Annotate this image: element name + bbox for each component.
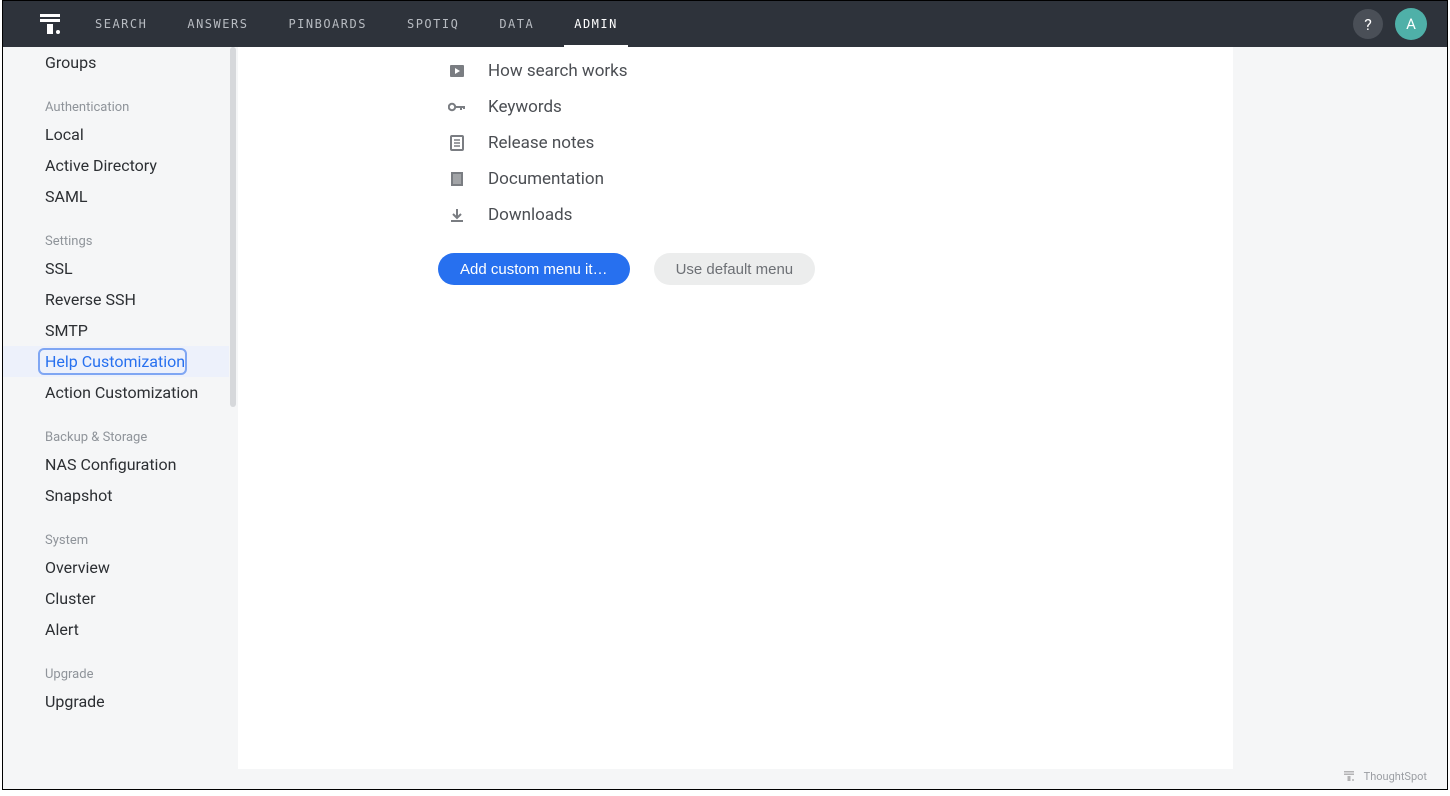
topbar-right: ? A	[1353, 8, 1427, 40]
sidebar-item-local[interactable]: Local	[3, 119, 229, 150]
help-row-documentation[interactable]: Documentation	[448, 161, 1233, 197]
help-row-label: Documentation	[488, 169, 604, 189]
sidebar-section-settings: Settings	[3, 212, 229, 253]
sidebar-section-system: System	[3, 511, 229, 552]
help-button[interactable]: ?	[1353, 9, 1383, 39]
app-frame: SEARCH ANSWERS PINBOARDS SPOTIQ DATA ADMIN ? …	[2, 0, 1448, 790]
help-menu-list: How search works Keywords Release notes Doc…	[238, 47, 1233, 233]
key-icon	[448, 98, 466, 116]
help-row-label: Release notes	[488, 133, 594, 153]
footer-brand: ThoughtSpot	[1342, 769, 1427, 783]
sidebar-item-saml[interactable]: SAML	[3, 181, 229, 212]
sidebar-item-ssl[interactable]: SSL	[3, 253, 229, 284]
help-row-label: Keywords	[488, 97, 562, 117]
sidebar-item-overview[interactable]: Overview	[3, 552, 229, 583]
logo-icon	[36, 10, 64, 38]
avatar[interactable]: A	[1395, 8, 1427, 40]
body: GroupsAuthenticationLocalActive Director…	[3, 47, 1447, 789]
nav-search[interactable]: SEARCH	[95, 1, 147, 47]
topbar: SEARCH ANSWERS PINBOARDS SPOTIQ DATA ADMIN ? …	[3, 1, 1447, 47]
sidebar-item-snapshot[interactable]: Snapshot	[3, 480, 229, 511]
use-default-menu-button[interactable]: Use default menu	[654, 253, 816, 285]
sidebar-section-upgrade: Upgrade	[3, 645, 229, 686]
sidebar-item-smtp[interactable]: SMTP	[3, 315, 229, 346]
help-row-keywords[interactable]: Keywords	[448, 89, 1233, 125]
help-icon: ?	[1364, 15, 1372, 34]
sidebar-item-cluster[interactable]: Cluster	[3, 583, 229, 614]
footer-brand-label: ThoughtSpot	[1364, 770, 1427, 783]
sidebar-scroll: GroupsAuthenticationLocalActive Director…	[3, 47, 229, 789]
sidebar-section-backup-storage: Backup & Storage	[3, 408, 229, 449]
avatar-initial: A	[1406, 15, 1416, 33]
notes-icon	[448, 134, 466, 152]
help-row-downloads[interactable]: Downloads	[448, 197, 1233, 233]
sidebar-item-upgrade[interactable]: Upgrade	[3, 686, 229, 717]
download-icon	[448, 206, 466, 224]
nav-pinboards[interactable]: PINBOARDS	[288, 1, 367, 47]
button-row: Add custom menu it… Use default menu	[238, 253, 1233, 285]
sidebar-section-authentication: Authentication	[3, 78, 229, 119]
help-customization-panel: How search works Keywords Release notes Doc…	[238, 47, 1233, 769]
nav-admin[interactable]: ADMIN	[574, 1, 618, 47]
book-icon	[448, 170, 466, 188]
sidebar-item-alert[interactable]: Alert	[3, 614, 229, 645]
nav-answers[interactable]: ANSWERS	[187, 1, 248, 47]
help-row-how-search-works[interactable]: How search works	[448, 53, 1233, 89]
sidebar: GroupsAuthenticationLocalActive Director…	[3, 47, 238, 789]
help-row-label: Downloads	[488, 205, 572, 225]
help-row-label: How search works	[488, 61, 628, 81]
nav-spotiq[interactable]: SPOTIQ	[407, 1, 459, 47]
sidebar-item-reverse-ssh[interactable]: Reverse SSH	[3, 284, 229, 315]
footer-logo-icon	[1342, 769, 1356, 783]
sidebar-scrollbar[interactable]	[229, 47, 237, 789]
sidebar-item-active-directory[interactable]: Active Directory	[3, 150, 229, 181]
sidebar-item-action-customization[interactable]: Action Customization	[3, 377, 229, 408]
scrollbar-thumb[interactable]	[230, 47, 236, 407]
content-area: How search works Keywords Release notes Doc…	[238, 47, 1447, 789]
sidebar-item-help-customization[interactable]: Help Customization	[3, 346, 229, 377]
nav-links: SEARCH ANSWERS PINBOARDS SPOTIQ DATA ADMIN	[95, 1, 618, 47]
play-icon	[448, 62, 466, 80]
help-row-release-notes[interactable]: Release notes	[448, 125, 1233, 161]
sidebar-item-nas-configuration[interactable]: NAS Configuration	[3, 449, 229, 480]
sidebar-item-groups[interactable]: Groups	[3, 47, 229, 78]
brand-logo[interactable]	[35, 9, 65, 39]
nav-data[interactable]: DATA	[499, 1, 534, 47]
add-custom-menu-item-button[interactable]: Add custom menu it…	[438, 253, 630, 285]
